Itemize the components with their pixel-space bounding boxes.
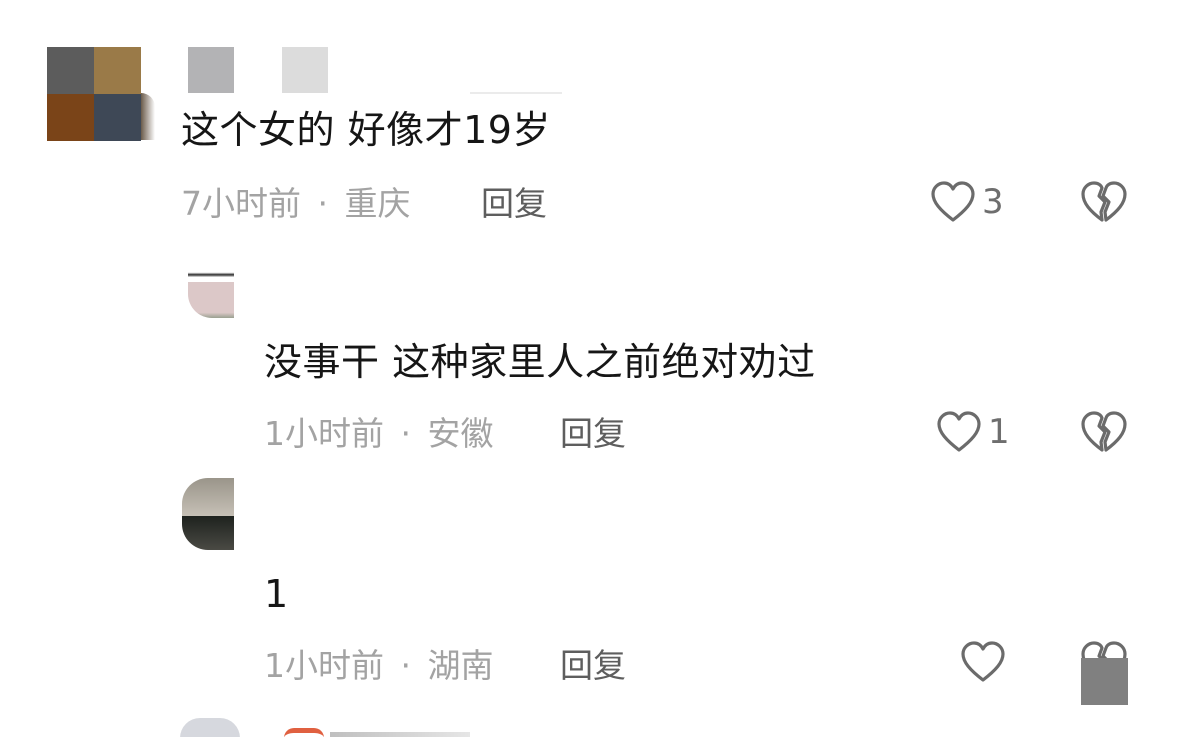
comment-text: 1 [264, 572, 289, 616]
reply-button[interactable]: 回复 [560, 414, 626, 454]
comment-meta: 1小时前 · 湖南 [264, 646, 494, 686]
comment-text: 这个女的 好像才19岁 [181, 108, 551, 152]
username-redacted [470, 92, 562, 94]
like-count: 3 [982, 182, 1004, 222]
avatar-edge [141, 93, 155, 140]
comment-meta: 7小时前 · 重庆 [181, 184, 411, 224]
avatar[interactable] [182, 478, 234, 550]
dislike-button[interactable] [1080, 410, 1128, 454]
meta-separator: · [317, 184, 329, 223]
comment-time: 1小时前 [264, 646, 384, 685]
like-button[interactable]: 1 [936, 410, 1010, 454]
comment-text: 没事干 这种家里人之前绝对劝过 [264, 340, 816, 384]
heart-outline-icon [936, 410, 982, 454]
username-redacted[interactable] [188, 47, 234, 93]
comment-meta: 1小时前 · 安徽 [264, 414, 494, 454]
broken-heart-icon [1080, 410, 1128, 454]
username-partial [330, 732, 470, 737]
username-redacted [282, 47, 328, 93]
comment-location: 重庆 [344, 184, 411, 223]
meta-separator: · [400, 414, 412, 453]
heart-outline-icon [930, 180, 976, 224]
avatar[interactable] [180, 718, 240, 737]
comment-time: 7小时前 [181, 184, 301, 223]
avatar[interactable] [188, 258, 234, 318]
like-count: 1 [988, 412, 1010, 452]
watermark-redacted [1081, 658, 1128, 705]
comment-time: 1小时前 [264, 414, 384, 453]
avatar[interactable] [47, 47, 141, 141]
dislike-button[interactable] [1080, 180, 1128, 224]
username-partial [284, 728, 324, 737]
reply-button[interactable]: 回复 [481, 184, 547, 224]
like-button[interactable]: 3 [930, 180, 1004, 224]
comment-location: 湖南 [427, 646, 494, 685]
heart-outline-icon [960, 640, 1006, 684]
like-button[interactable] [960, 640, 1012, 684]
reply-button[interactable]: 回复 [560, 646, 626, 686]
broken-heart-icon [1080, 180, 1128, 224]
comment-location: 安徽 [427, 414, 494, 453]
meta-separator: · [400, 646, 412, 685]
